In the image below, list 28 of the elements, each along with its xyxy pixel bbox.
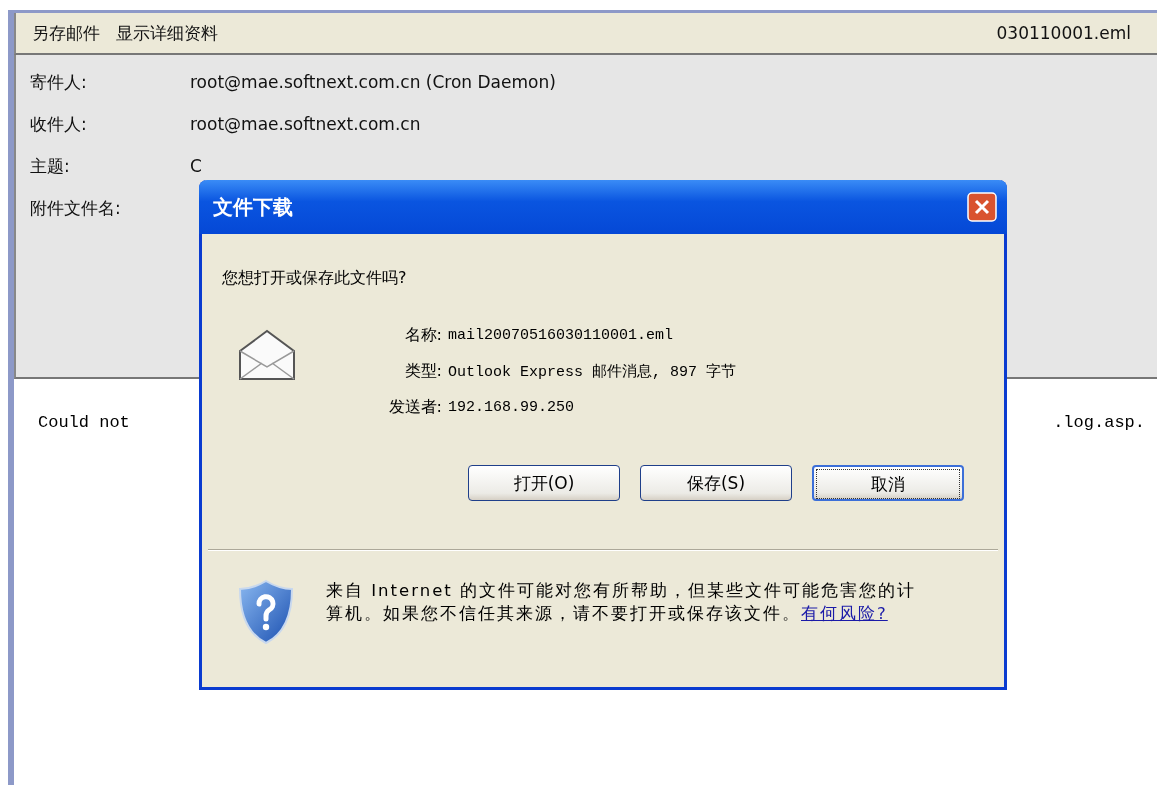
dialog-title: 文件下载 [213,193,293,221]
header-value: root@mae.softnext.com.cn [190,114,421,134]
header-value: root@mae.softnext.com.cn (Cron Daemon) [190,72,556,92]
header-label: 寄件人: [30,70,88,94]
toolbar-link[interactable]: 另存邮件 [32,21,100,45]
warning-text: 来自 Internet 的文件可能对您有所帮助，但某些文件可能危害您的计算机。如果您不信任其来源，请不要打开或保存该文件。有何风险? [326,580,917,625]
field-value: Outlook Express 邮件消息, 897 字节 [448,362,737,381]
file-name: 030110001.eml [996,23,1131,43]
dialog-button[interactable]: 打开(O) [468,465,620,501]
envelope-icon [238,329,296,381]
field-label: 类型: [403,360,443,382]
field-label: 发送者: [387,396,443,418]
field-label: 名称: [403,324,443,346]
dialog-button[interactable]: 取消 [812,465,964,501]
header-label: 主题: [30,154,71,178]
toolbar-link[interactable]: 显示详细资料 [116,21,218,45]
header-value: C [190,156,202,176]
header-label: 附件文件名: [30,196,122,220]
shield-help-icon [238,579,294,645]
question-text: 您想打开或保存此文件吗? [222,268,408,289]
dialog-button[interactable]: 保存(S) [640,465,792,501]
header-label: 收件人: [30,112,88,136]
close-icon[interactable] [967,192,997,222]
field-value: mail20070516030110001.eml [448,326,674,344]
risk-link[interactable]: 有何风险? [801,604,888,623]
body-text: Could not [38,413,130,434]
field-value: 192.168.99.250 [448,398,575,416]
body-text: .log.asp. [1053,413,1145,434]
